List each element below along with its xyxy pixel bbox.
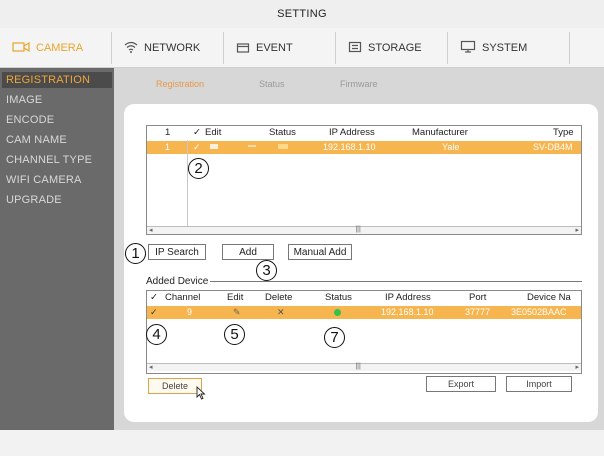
title-bar: SETTING bbox=[0, 0, 604, 28]
tab-storage[interactable]: STORAGE bbox=[336, 32, 448, 64]
delete-button[interactable]: Delete bbox=[148, 378, 202, 394]
tab-event[interactable]: EVENT bbox=[224, 32, 336, 64]
row-port: 37777 bbox=[465, 307, 491, 317]
col-edit: Edit bbox=[227, 292, 244, 303]
row-channel: 9 bbox=[187, 307, 193, 317]
scroll-left-arrow-icon[interactable]: ◂ bbox=[149, 226, 153, 234]
sidebar-item-registration[interactable]: REGISTRATION bbox=[2, 72, 112, 88]
row-number: 1 bbox=[165, 142, 171, 152]
horizontal-scrollbar[interactable]: ◂ ||| ▸ bbox=[147, 226, 581, 234]
wifi-icon bbox=[124, 41, 138, 56]
col-channel: Channel bbox=[165, 292, 201, 303]
callout-4: 4 bbox=[146, 324, 167, 345]
col-check[interactable]: ✓ bbox=[193, 127, 201, 138]
sidebar-item-channel-type[interactable]: CHANNEL TYPE bbox=[6, 154, 92, 166]
main-tab-bar: CAMERA NETWORK EVENT STORAGE SYSTEM bbox=[0, 28, 604, 68]
col-check[interactable]: ✓ bbox=[150, 292, 158, 303]
col-number: 1 bbox=[165, 127, 171, 138]
table-header: 1 ✓ Edit Status IP Address Manufacturer … bbox=[147, 126, 581, 140]
tab-system[interactable]: SYSTEM bbox=[448, 32, 570, 64]
added-device-label: Added Device bbox=[146, 276, 209, 287]
status-dot-icon bbox=[333, 308, 342, 319]
col-ip-address: IP Address bbox=[385, 292, 431, 303]
row-device-name: 3E0502BAAC bbox=[511, 307, 567, 317]
event-icon bbox=[236, 41, 250, 56]
monitor-icon bbox=[460, 40, 476, 56]
tab-label: NETWORK bbox=[144, 42, 201, 54]
section-divider bbox=[210, 281, 582, 282]
tab-label: STORAGE bbox=[368, 42, 422, 54]
horizontal-scrollbar[interactable]: ◂ ||| ▸ bbox=[147, 363, 581, 371]
bottom-bar bbox=[0, 430, 604, 456]
sidebar-item-upgrade[interactable]: UPGRADE bbox=[6, 194, 62, 206]
page-title: SETTING bbox=[277, 8, 327, 20]
delete-x-icon[interactable]: ✕ bbox=[277, 307, 285, 318]
col-manufacturer: Manufacturer bbox=[412, 127, 468, 138]
row-ip-address: 192.168.1.10 bbox=[381, 307, 434, 317]
scroll-right-arrow-icon[interactable]: ▸ bbox=[575, 363, 579, 371]
col-delete: Delete bbox=[265, 292, 293, 303]
tab-camera[interactable]: CAMERA bbox=[0, 32, 112, 64]
col-status: Status bbox=[269, 127, 296, 138]
callout-2: 2 bbox=[188, 158, 209, 179]
subtab-firmware[interactable]: Firmware bbox=[340, 79, 378, 89]
tab-label: EVENT bbox=[256, 42, 293, 54]
table-row[interactable]: 1 ✓ 192.168.1.10 Yale SV-DB4M bbox=[147, 141, 581, 154]
edit-pencil-icon[interactable]: ✎ bbox=[233, 307, 241, 318]
scroll-right-arrow-icon[interactable]: ▸ bbox=[575, 226, 579, 234]
scroll-thumb-icon[interactable]: ||| bbox=[355, 363, 360, 370]
sidebar-item-encode[interactable]: ENCODE bbox=[6, 114, 54, 126]
row-manufacturer: Yale bbox=[442, 142, 460, 152]
added-device-table: ✓ Channel Edit Delete Status IP Address … bbox=[146, 290, 582, 374]
manual-add-button[interactable]: Manual Add bbox=[288, 244, 352, 260]
tab-label: CAMERA bbox=[36, 42, 84, 54]
sidebar-item-cam-name[interactable]: CAM NAME bbox=[6, 134, 67, 146]
table-row[interactable]: ✓ 9 ✎ ✕ 192.168.1.10 37777 3E0502BAAC bbox=[147, 306, 581, 319]
subtab-status[interactable]: Status bbox=[259, 79, 285, 89]
callout-1: 1 bbox=[125, 243, 146, 264]
storage-icon bbox=[348, 41, 362, 56]
row-ip-address: 192.168.1.10 bbox=[323, 142, 376, 152]
row-type: SV-DB4M bbox=[533, 142, 573, 152]
dash-icon bbox=[247, 142, 257, 153]
col-ip-address: IP Address bbox=[329, 127, 375, 138]
export-button[interactable]: Export bbox=[426, 376, 496, 392]
callout-5: 5 bbox=[224, 324, 245, 345]
add-button[interactable]: Add bbox=[222, 244, 274, 260]
search-results-table: 1 ✓ Edit Status IP Address Manufacturer … bbox=[146, 125, 582, 235]
tab-label: SYSTEM bbox=[482, 42, 528, 54]
tab-network[interactable]: NETWORK bbox=[112, 32, 224, 64]
camera-icon bbox=[12, 41, 30, 56]
scroll-thumb-icon[interactable]: ||| bbox=[355, 226, 360, 233]
sidebar-item-image[interactable]: IMAGE bbox=[6, 94, 42, 106]
row-checkbox[interactable]: ✓ bbox=[150, 307, 158, 318]
row-checkbox[interactable]: ✓ bbox=[193, 142, 201, 153]
import-button[interactable]: Import bbox=[506, 376, 572, 392]
col-type: Type bbox=[553, 127, 574, 138]
mouse-cursor-icon bbox=[196, 385, 206, 405]
col-port: Port bbox=[469, 292, 487, 303]
col-device-name: Device Na bbox=[527, 292, 571, 303]
col-status: Status bbox=[325, 292, 352, 303]
scroll-left-arrow-icon[interactable]: ◂ bbox=[149, 363, 153, 371]
sidebar-item-wifi-camera[interactable]: WIFI CAMERA bbox=[6, 174, 82, 186]
ip-search-button[interactable]: IP Search bbox=[148, 244, 206, 260]
table-header: ✓ Channel Edit Delete Status IP Address … bbox=[147, 291, 581, 305]
col-edit: Edit bbox=[205, 127, 222, 138]
callout-7: 7 bbox=[324, 327, 345, 348]
callout-3: 3 bbox=[256, 260, 277, 281]
subtab-registration[interactable]: Registration bbox=[156, 79, 204, 89]
edit-icon[interactable] bbox=[209, 142, 219, 153]
status-icon bbox=[277, 142, 289, 153]
column-divider bbox=[187, 140, 188, 226]
